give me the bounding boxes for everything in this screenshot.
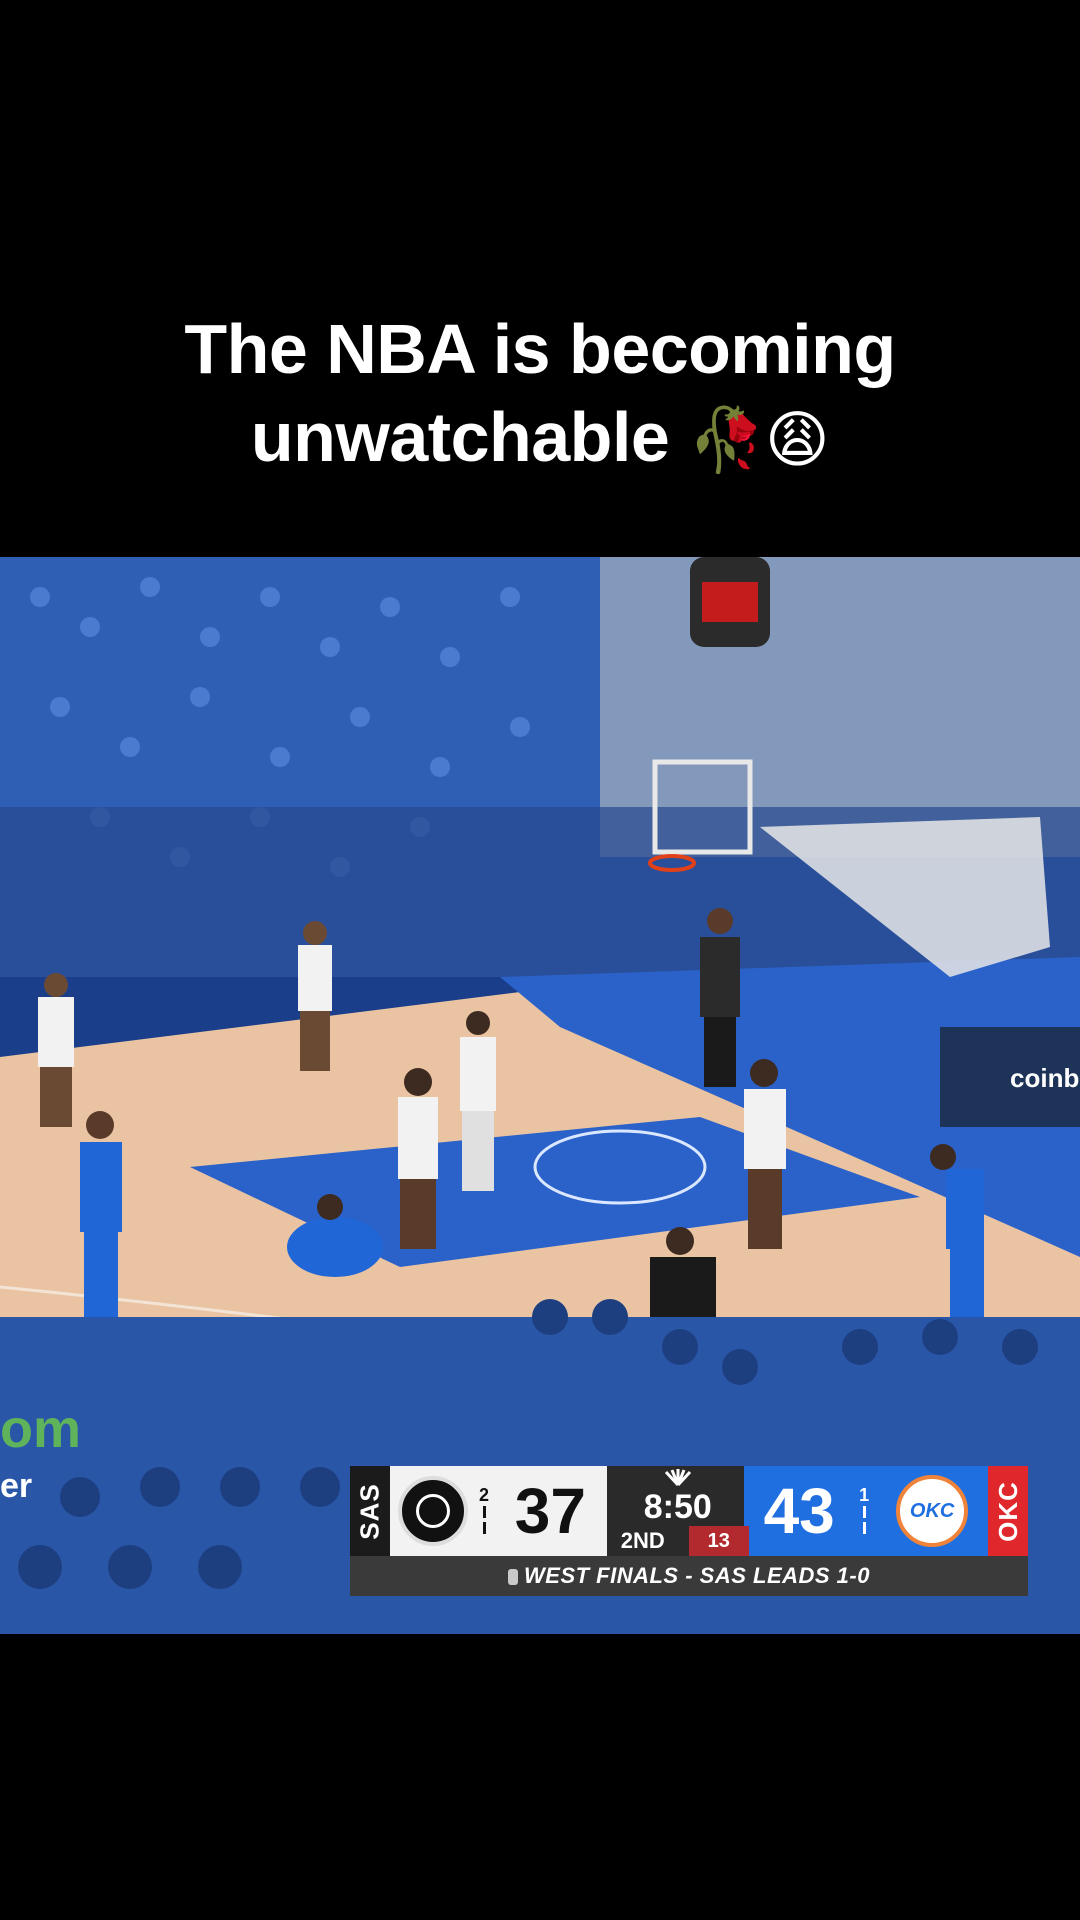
- series-status-text: WEST FINALS - SAS LEADS 1-0: [524, 1563, 870, 1588]
- home-team-panel: 43 1 OKC: [744, 1466, 988, 1556]
- caption-emoji: 🥀😩: [688, 403, 830, 476]
- away-timeouts-count: 2: [478, 1485, 489, 1505]
- nba-logo-icon: [508, 1569, 518, 1585]
- thunder-logo-icon: OKC: [896, 1475, 969, 1547]
- peacock-icon: [664, 1469, 691, 1486]
- player-blue-left: [80, 1111, 122, 1322]
- caption-line-2: unwatchable 🥀😩: [0, 393, 1080, 484]
- thunder-logo-text: OKC: [909, 1499, 955, 1522]
- video-caption: The NBA is becoming unwatchable 🥀😩: [0, 305, 1080, 484]
- home-score: 43: [763, 1475, 835, 1547]
- quarter: 2ND: [620, 1528, 665, 1553]
- away-team-panel: 2 37: [390, 1466, 607, 1556]
- player-white-tall: [460, 1011, 496, 1191]
- away-timeouts: 2: [474, 1486, 494, 1536]
- scoreboard: SAS 2 37 8:50 2ND 13 43 1 OKC OKC WEST F…: [350, 1466, 1028, 1600]
- caption-line-1: The NBA is becoming: [184, 310, 896, 388]
- player-white-5: [38, 973, 74, 1127]
- home-team-abbr: OKC: [992, 1480, 1023, 1542]
- baseline-ad-text: coinba: [1010, 1063, 1080, 1093]
- court-ad-text-1: om: [0, 1399, 81, 1459]
- series-status-bar: WEST FINALS - SAS LEADS 1-0: [350, 1556, 1028, 1596]
- spurs-logo-icon: [398, 1476, 468, 1546]
- court-ad-text-2: er: [0, 1467, 32, 1505]
- away-team-tag: SAS: [350, 1466, 390, 1556]
- game-clock-panel: 8:50 2ND 13: [606, 1466, 749, 1556]
- home-timeouts: 1: [854, 1486, 874, 1536]
- scoreboard-main-row: SAS 2 37 8:50 2ND 13 43 1 OKC OKC: [350, 1466, 1028, 1556]
- away-score: 37: [514, 1475, 586, 1547]
- away-team-abbr: SAS: [354, 1482, 385, 1540]
- home-team-tag: OKC: [988, 1466, 1028, 1556]
- caption-line-2-text: unwatchable: [250, 398, 689, 476]
- shot-clock-display: [702, 582, 758, 622]
- home-timeouts-count: 1: [859, 1485, 870, 1505]
- game-clock: 8:50: [643, 1488, 712, 1526]
- shot-clock: 13: [688, 1526, 749, 1556]
